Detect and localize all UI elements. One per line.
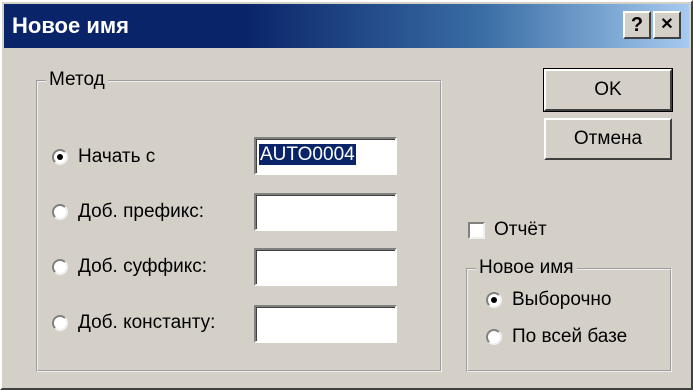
window-title: Новое имя bbox=[12, 13, 129, 38]
report-checkbox-label: Отчёт bbox=[494, 219, 547, 240]
radio-button[interactable] bbox=[486, 329, 502, 345]
cancel-button[interactable]: Отмена bbox=[544, 118, 672, 160]
radio-button[interactable] bbox=[52, 315, 68, 331]
close-button[interactable]: ✕ bbox=[653, 11, 681, 39]
radio-button[interactable] bbox=[52, 204, 68, 220]
ok-button[interactable]: OK bbox=[543, 68, 673, 112]
radio-label-add-constant: Доб. константу: bbox=[78, 312, 216, 333]
radio-button-checked[interactable] bbox=[52, 149, 68, 165]
radio-add-constant[interactable]: Доб. константу: bbox=[52, 310, 215, 336]
radio-button[interactable] bbox=[52, 259, 68, 275]
report-checkbox-row[interactable]: Отчёт bbox=[468, 217, 547, 243]
method-group-label: Метод bbox=[46, 69, 108, 91]
radio-label-start-with: Начать с bbox=[78, 146, 156, 167]
radio-label-add-suffix: Доб. суффикс: bbox=[78, 256, 208, 277]
radio-selective[interactable]: Выборочно bbox=[486, 287, 611, 313]
radio-start-with[interactable]: Начать с bbox=[52, 144, 155, 170]
constant-input[interactable] bbox=[254, 305, 397, 343]
dialog-window: Новое имя ? ✕ Метод Начать с AUTO0004 До… bbox=[0, 0, 693, 390]
help-button[interactable]: ? bbox=[623, 11, 651, 39]
radio-label-whole-database: По всей базе bbox=[512, 326, 628, 347]
radio-label-add-prefix: Доб. префикс: bbox=[78, 201, 205, 222]
start-with-input[interactable]: AUTO0004 bbox=[254, 137, 397, 175]
radio-whole-database[interactable]: По всей базе bbox=[486, 324, 627, 350]
suffix-input[interactable] bbox=[254, 248, 397, 286]
report-checkbox[interactable] bbox=[468, 221, 485, 239]
radio-add-suffix[interactable]: Доб. суффикс: bbox=[52, 254, 207, 280]
new-name-group-label: Новое имя bbox=[476, 257, 577, 279]
start-with-value: AUTO0004 bbox=[259, 144, 356, 165]
new-name-groupbox: Новое имя Выборочно По всей базе bbox=[466, 257, 672, 372]
prefix-input[interactable] bbox=[254, 193, 397, 231]
method-groupbox: Метод Начать с AUTO0004 Доб. префикс: До… bbox=[36, 69, 442, 372]
radio-button-checked[interactable] bbox=[486, 292, 502, 308]
radio-add-prefix[interactable]: Доб. префикс: bbox=[52, 199, 204, 225]
radio-label-selective: Выборочно bbox=[512, 289, 612, 310]
title-bar[interactable]: Новое имя ? ✕ bbox=[4, 4, 689, 48]
